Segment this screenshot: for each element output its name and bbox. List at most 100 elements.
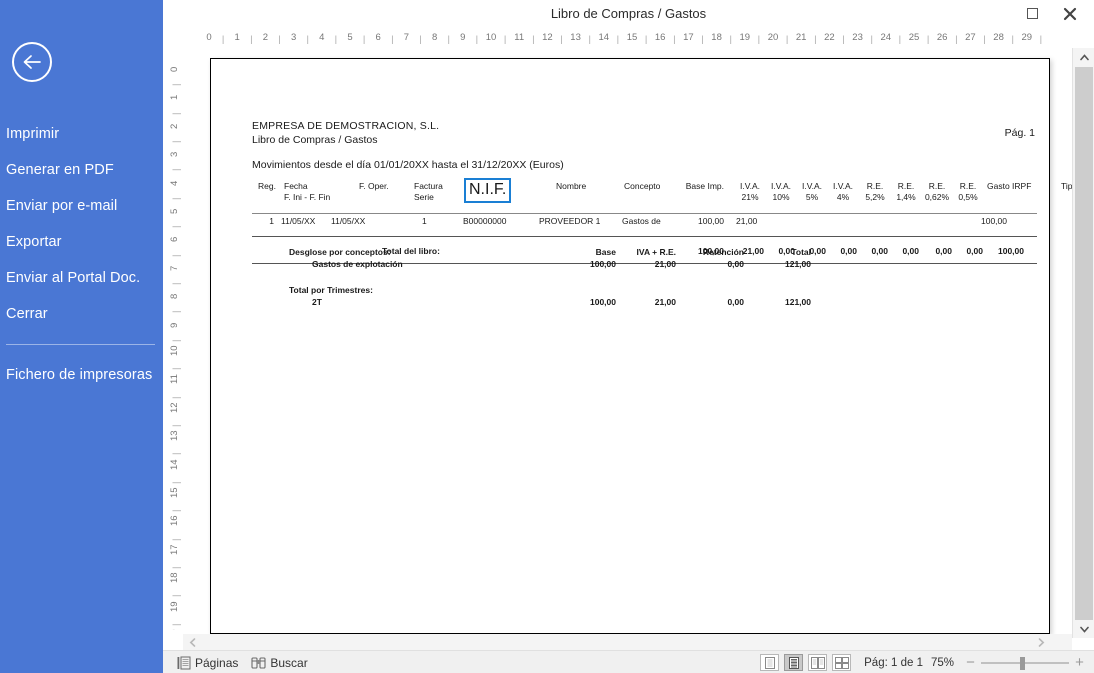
cell-f-oper: 11/05/XX — [331, 216, 366, 226]
col-label: Base Imp. — [685, 181, 724, 191]
ruler-tick-h: 2 — [262, 32, 269, 43]
quarter-row-total: 121,00 — [785, 297, 811, 307]
ruler-tick-v: 12 — [169, 402, 180, 413]
sidebar-item-label: Imprimir — [6, 126, 60, 142]
ruler-tick-v: 4 — [169, 180, 180, 186]
search-label: Buscar — [270, 655, 308, 670]
total-re-52: 0,00 — [871, 246, 888, 256]
ruler-minor-tick-v: | — [171, 566, 182, 569]
total-re-062: 0,00 — [935, 246, 952, 256]
close-button[interactable] — [1054, 0, 1086, 27]
ruler-tick-v: 5 — [169, 208, 180, 214]
col-nif-selected[interactable]: N.I.F. — [464, 178, 512, 203]
col-sublabel: 4% — [836, 192, 850, 202]
quarter-row-retencion: 0,00 — [727, 297, 744, 307]
ruler-tick-v: 19 — [169, 601, 180, 612]
search-button[interactable]: Buscar — [247, 656, 311, 670]
scroll-left-button[interactable] — [183, 634, 201, 650]
breakdown-col-retencion: Retención — [702, 247, 744, 257]
ruler-tick-v: 11 — [169, 374, 180, 385]
ruler-minor-tick-v: | — [171, 538, 182, 541]
horizontal-ruler: 0 | 1 | 2 | 3 | 4 | 5 | 6 | 7 | 8 | 9 | 10 | 11 | 12 | 13 | 14 | 15 | 16… — [183, 28, 1066, 48]
ruler-minor-tick-h: | — [757, 34, 761, 45]
status-bar-left: Páginas Buscar — [173, 651, 312, 673]
col-sublabel: 21% — [741, 192, 759, 202]
col-sublabel: Serie — [414, 192, 434, 202]
document-canvas[interactable]: EMPRESA DE DEMOSTRACION, S.L. Libro de C… — [183, 48, 1072, 638]
sidebar-item-enviar-email[interactable]: Enviar por e-mail — [0, 188, 163, 224]
zoom-slider-knob[interactable] — [1020, 656, 1025, 670]
zoom-in-button[interactable]: + — [1073, 655, 1086, 670]
sidebar-item-exportar[interactable]: Exportar — [0, 224, 163, 260]
ruler-minor-tick-v: | — [171, 509, 182, 513]
ruler-tick-h: 13 — [570, 32, 581, 43]
col-re-062: R.E. 0,62% — [921, 181, 953, 203]
ruler-minor-tick-v: | — [171, 367, 182, 371]
sidebar-item-generar-pdf[interactable]: Generar en PDF — [0, 152, 163, 188]
ruler-minor-tick-v: | — [171, 481, 182, 484]
total-gasto-irpf: 100,00 — [998, 246, 1024, 256]
report-page-number: Pág. 1 — [1004, 127, 1035, 139]
maximize-button[interactable] — [1016, 0, 1048, 27]
col-label: R.E. — [959, 181, 977, 191]
total-iva-4: 0,00 — [840, 246, 857, 256]
ruler-tick-h: 14 — [598, 32, 610, 43]
scroll-up-button[interactable] — [1073, 48, 1094, 66]
ruler-tick-h: 15 — [626, 32, 638, 43]
ruler-tick-v: 18 — [169, 572, 180, 584]
total-re-05: 0,00 — [966, 246, 983, 256]
table-row[interactable]: 1 11/05/XX 11/05/XX 1 B00000000 PROVEEDO… — [252, 216, 1037, 234]
col-label: Fecha — [284, 181, 308, 191]
view-mode-two-page[interactable] — [808, 654, 828, 671]
view-mode-single-page[interactable] — [760, 654, 780, 671]
pages-button[interactable]: Páginas — [173, 656, 242, 670]
view-mode-continuous[interactable] — [784, 654, 804, 671]
vertical-scroll-thumb[interactable] — [1075, 67, 1093, 620]
ruler-minor-tick-h: | — [221, 34, 225, 45]
ruler-minor-tick-v: | — [171, 396, 182, 399]
scroll-down-button[interactable] — [1073, 620, 1094, 638]
maximize-icon — [1026, 8, 1038, 19]
ruler-tick-h: 29 — [1021, 32, 1033, 43]
ruler-tick-h: 26 — [936, 32, 948, 43]
col-nombre: Nombre — [556, 181, 586, 192]
sidebar-item-enviar-portal-doc[interactable]: Enviar al Portal Doc. — [0, 260, 163, 296]
ruler-minor-tick-h: | — [673, 34, 676, 45]
col-sublabel: 10% — [772, 192, 790, 202]
ruler-tick-h: 11 — [514, 32, 525, 43]
sidebar-item-cerrar[interactable]: Cerrar — [0, 296, 163, 332]
sidebar-item-imprimir[interactable]: Imprimir — [0, 116, 163, 152]
ruler-tick-h: 3 — [290, 32, 297, 43]
ruler-minor-tick-h: | — [870, 34, 873, 45]
ruler-minor-tick-v: | — [171, 112, 182, 115]
vertical-scrollbar[interactable] — [1072, 48, 1094, 638]
vertical-ruler: 0 | 1 | 2 | 3 | 4 | 5 | 6 | 7 | 8 | 9 | 10 | 11 | 12 | 13 | 14 | 15 | 16… — [166, 50, 184, 630]
ruler-minor-tick-v: | — [171, 254, 182, 257]
back-button[interactable] — [12, 42, 52, 82]
breakdown-row-label: Gastos de explotación — [312, 259, 403, 269]
ruler-minor-tick-h: | — [785, 34, 789, 45]
ruler-minor-tick-h: | — [475, 34, 479, 45]
ruler-minor-tick-h: | — [391, 34, 394, 45]
ruler-minor-tick-h: | — [1011, 34, 1014, 45]
ruler-minor-tick-v: | — [171, 424, 182, 427]
binoculars-icon — [251, 656, 266, 669]
horizontal-scrollbar[interactable] — [183, 634, 1072, 650]
col-reg: Reg. — [258, 181, 276, 192]
col-gasto-irpf: Gasto IRPF — [987, 181, 1031, 192]
scroll-right-button[interactable] — [1032, 634, 1050, 650]
status-bar-right: Pág: 1 de 1 75% − + — [760, 651, 1086, 673]
view-mode-grid[interactable] — [832, 654, 852, 671]
sidebar-menu: Imprimir Generar en PDF Enviar por e-mai… — [0, 116, 163, 393]
ruler-minor-tick-h: | — [729, 34, 732, 45]
col-sublabel: 5,2% — [865, 192, 885, 202]
sidebar-item-label: Fichero de impresoras — [6, 367, 153, 383]
zoom-out-button[interactable]: − — [964, 655, 977, 670]
ruler-tick-h: 22 — [824, 32, 835, 43]
zoom-slider[interactable] — [981, 655, 1069, 671]
report-content: EMPRESA DE DEMOSTRACION, S.L. Libro de C… — [211, 59, 1072, 635]
col-label: R.E. — [897, 181, 915, 191]
window-title: Libro de Compras / Gastos — [550, 6, 707, 21]
sidebar-item-fichero-impresoras[interactable]: Fichero de impresoras — [0, 357, 163, 393]
zoom-slider-track — [981, 661, 1069, 664]
